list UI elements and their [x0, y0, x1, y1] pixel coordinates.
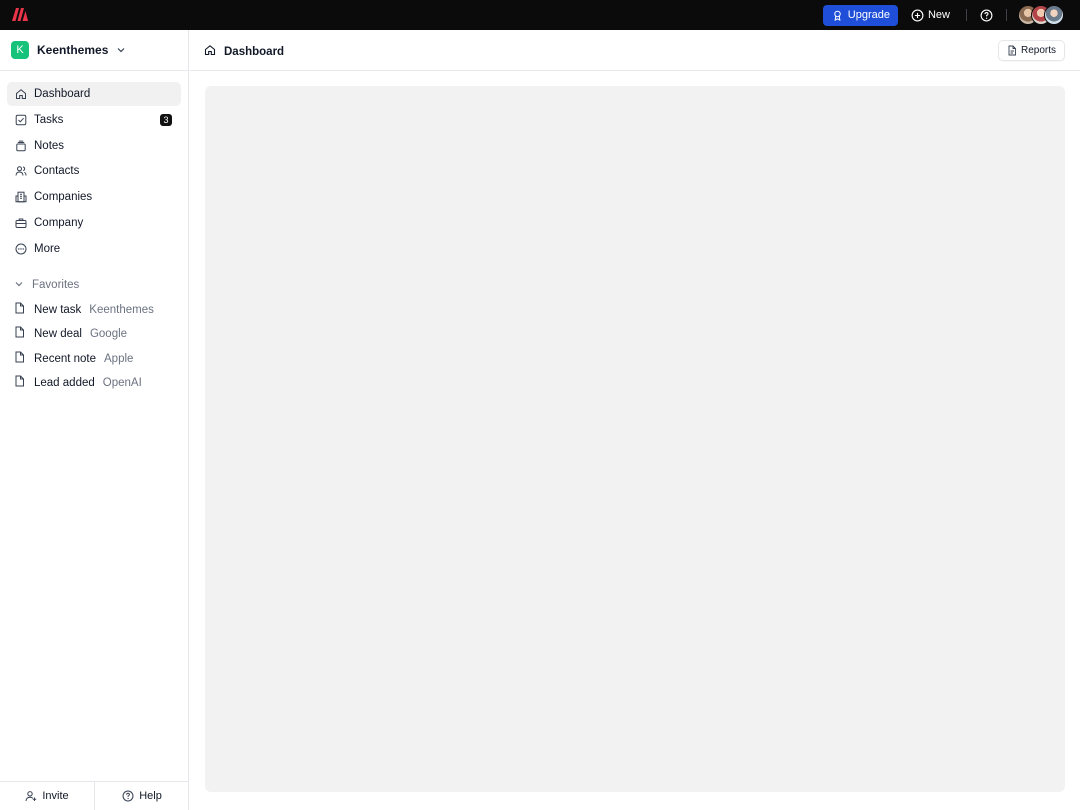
sidebar-item-more[interactable]: More: [7, 237, 181, 261]
sidebar-item-label: Tasks: [34, 113, 64, 126]
notes-icon: [14, 139, 27, 152]
chevron-down-icon: [14, 276, 24, 294]
main-header: Dashboard Reports: [190, 30, 1080, 71]
favorite-title: Lead added: [34, 377, 95, 390]
help-circle-icon: [122, 790, 134, 802]
file-icon: [14, 325, 25, 343]
sidebar-item-label: Companies: [34, 191, 93, 204]
invite-label: Invite: [42, 790, 69, 802]
breadcrumb: Dashboard: [204, 43, 284, 61]
favorite-title: Recent note: [34, 352, 97, 365]
sidebar-item-label: Contacts: [34, 165, 80, 178]
file-icon: [14, 350, 25, 368]
sidebar-item-companies[interactable]: Companies: [7, 185, 181, 209]
sidebar-nav: Dashboard Tasks 3 Notes Contacts Compani…: [7, 82, 181, 263]
new-label: New: [927, 9, 950, 21]
check-square-icon: [14, 113, 27, 126]
building-icon: [14, 191, 27, 204]
help-label: Help: [139, 790, 162, 802]
sidebar-footer: Invite Help: [0, 781, 189, 810]
more-circle-icon: [14, 242, 27, 255]
rocket-icon: [834, 10, 841, 21]
brand-logo-icon[interactable]: [11, 7, 29, 22]
upgrade-button[interactable]: Upgrade: [822, 4, 898, 26]
workspace-badge: K: [11, 41, 29, 59]
favorite-subtitle: Keenthemes: [89, 304, 154, 317]
sidebar-item-label: Company: [34, 216, 84, 229]
sidebar-item-label: More: [34, 242, 61, 255]
new-button[interactable]: New: [911, 9, 950, 22]
sidebar-item-dashboard[interactable]: Dashboard: [7, 82, 181, 106]
reports-button[interactable]: Reports: [997, 40, 1065, 61]
favorite-item[interactable]: New task Keenthemes: [14, 298, 154, 322]
home-icon: [14, 88, 27, 101]
favorite-item[interactable]: Recent note Apple: [14, 347, 154, 371]
divider: [1006, 9, 1007, 21]
content-placeholder: [205, 86, 1065, 792]
upgrade-label: Upgrade: [847, 9, 890, 21]
help-circle-icon: [980, 9, 993, 21]
chevron-down-icon: [116, 45, 126, 55]
file-icon: [14, 374, 25, 392]
sidebar-item-contacts[interactable]: Contacts: [7, 159, 181, 183]
help-button[interactable]: [980, 9, 993, 22]
avatar-group[interactable]: [1018, 5, 1064, 25]
sidebar-item-company[interactable]: Company: [7, 211, 181, 235]
sidebar-item-notes[interactable]: Notes: [7, 134, 181, 158]
count-badge: 3: [160, 113, 172, 126]
favorite-title: New deal: [34, 328, 82, 341]
workspace-name: Keenthemes: [37, 43, 109, 57]
home-icon: [204, 43, 216, 61]
file-icon: [14, 301, 25, 319]
sidebar: K Keenthemes Dashboard Tasks 3 Notes Con…: [0, 30, 189, 810]
favorite-subtitle: Google: [89, 328, 128, 341]
user-plus-icon: [25, 791, 37, 802]
favorites-toggle[interactable]: Favorites: [14, 276, 79, 294]
reports-label: Reports: [1020, 45, 1056, 56]
favorites-heading: Favorites: [32, 279, 80, 291]
favorite-item[interactable]: Lead added OpenAI: [14, 371, 154, 395]
sidebar-item-label: Dashboard: [34, 88, 91, 100]
favorite-item[interactable]: New deal Google: [14, 322, 154, 346]
sidebar-item-tasks[interactable]: Tasks 3: [7, 108, 181, 132]
users-icon: [14, 165, 27, 178]
invite-button[interactable]: Invite: [0, 782, 94, 810]
report-file-icon: [1008, 45, 1016, 56]
favorite-title: New task: [34, 304, 82, 317]
sidebar-item-label: Notes: [34, 139, 65, 152]
divider: [966, 9, 967, 21]
help-footer-button[interactable]: Help: [94, 782, 189, 810]
divider: [0, 70, 189, 71]
favorite-subtitle: OpenAI: [102, 377, 142, 390]
plus-circle-icon: [911, 9, 924, 21]
workspace-switcher[interactable]: K Keenthemes: [11, 41, 126, 59]
page-title: Dashboard: [224, 46, 285, 58]
top-bar: Upgrade New: [0, 0, 1080, 30]
favorite-subtitle: Apple: [104, 352, 134, 365]
avatar[interactable]: [1044, 5, 1064, 25]
favorites-list: New task Keenthemes New deal Google Rece…: [14, 298, 154, 395]
briefcase-icon: [14, 216, 27, 229]
